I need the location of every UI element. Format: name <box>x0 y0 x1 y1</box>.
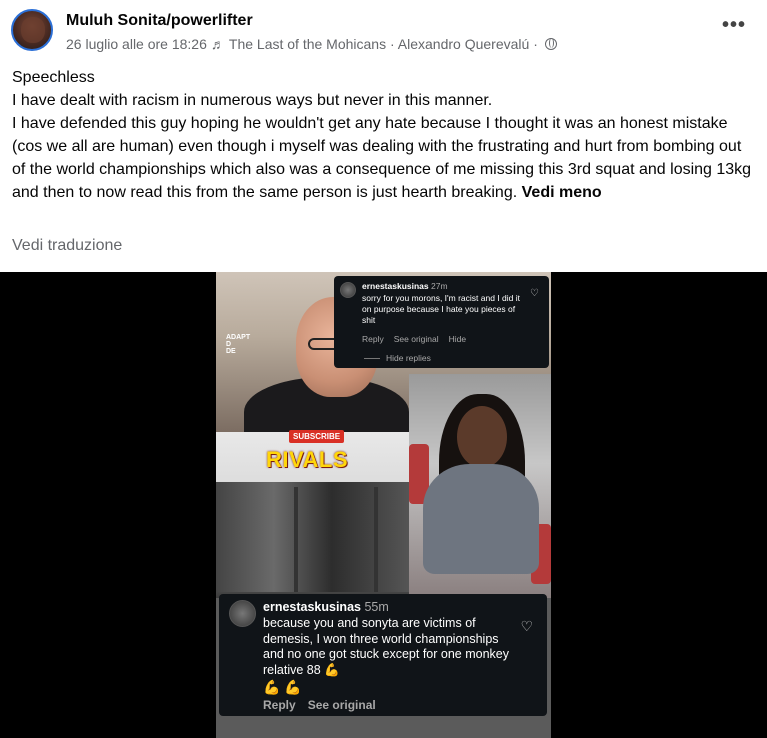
adapt-logo: ADAPT D DE <box>226 334 251 355</box>
post-meta: 26 luglio alle ore 18:26 ♬ The Last of t… <box>66 36 557 52</box>
comment-actions: Reply See original Hide <box>362 334 466 344</box>
song-title[interactable]: The Last of the Mohicans · Alexandro Que… <box>229 36 529 52</box>
woman-shirt <box>423 464 539 574</box>
rack-post <box>374 487 378 592</box>
commenter-avatar <box>340 282 356 298</box>
comment-time: 27m <box>431 281 448 291</box>
commenter-avatar <box>229 600 256 627</box>
hide-replies-label: Hide replies <box>386 353 431 363</box>
author-name[interactable]: Muluh Sonita/powerlifter <box>66 12 253 30</box>
comment-username: ernestaskusinas <box>263 600 361 614</box>
divider <box>364 357 380 359</box>
woman-video-panel <box>409 374 551 598</box>
reply-link: Reply <box>263 698 296 712</box>
comment-header: ernestaskusinas 55m <box>263 600 389 614</box>
hide-link: Hide <box>448 334 467 344</box>
see-less-link[interactable]: Vedi meno <box>522 184 602 201</box>
post-text: Speechless I have dealt with racism in n… <box>12 66 757 204</box>
heart-icon: ♡ <box>530 288 539 299</box>
comment-time: 55m <box>364 600 389 614</box>
see-original-link: See original <box>393 334 439 344</box>
heart-icon: ♡ <box>520 618 533 634</box>
lifters-scene <box>216 482 409 592</box>
comment-actions: Reply See original <box>263 698 376 712</box>
post-line-2: I have dealt with racism in numerous way… <box>12 92 493 109</box>
see-translation-link[interactable]: Vedi traduzione <box>12 237 122 255</box>
globe-icon <box>544 38 557 50</box>
post-media[interactable]: ADAPT D DE SUBSCRIBE RIVALS ernestaskusi… <box>0 272 767 738</box>
subscribe-badge: SUBSCRIBE <box>289 430 345 443</box>
rivals-title: RIVALS <box>266 447 349 472</box>
reply-link: Reply <box>362 334 384 344</box>
flexed-biceps-emoji: 💪 💪 <box>263 679 302 695</box>
post-date[interactable]: 26 luglio alle ore 18:26 <box>66 36 207 52</box>
meta-separator: · <box>533 36 538 52</box>
rivals-video-panel: SUBSCRIBE RIVALS <box>216 430 409 598</box>
author-avatar[interactable] <box>11 9 53 51</box>
comment-top: ernestaskusinas 27m sorry for you morons… <box>334 276 549 368</box>
post-menu-button[interactable]: ••• <box>722 15 746 35</box>
comment-username: ernestaskusinas <box>362 281 429 291</box>
post-header: Muluh Sonita/powerlifter 26 luglio alle … <box>0 0 767 64</box>
music-note-icon: ♬ <box>210 36 225 52</box>
comment-text: because you and sonyta are victims of de… <box>263 616 509 677</box>
post-line-3: I have defended this guy hoping he would… <box>12 112 757 204</box>
post-line-3-text: I have defended this guy hoping he would… <box>12 115 752 201</box>
comment-header: ernestaskusinas 27m <box>362 281 448 291</box>
comment-bottom: ernestaskusinas 55m because you and sony… <box>219 594 547 716</box>
comment-text: sorry for you morons, I'm racist and I d… <box>362 293 520 325</box>
woman-face <box>457 406 507 468</box>
rack-post <box>294 487 298 592</box>
see-original-link: See original <box>307 698 376 712</box>
post-line-1: Speechless <box>12 69 95 86</box>
hide-replies: Hide replies <box>364 353 431 363</box>
